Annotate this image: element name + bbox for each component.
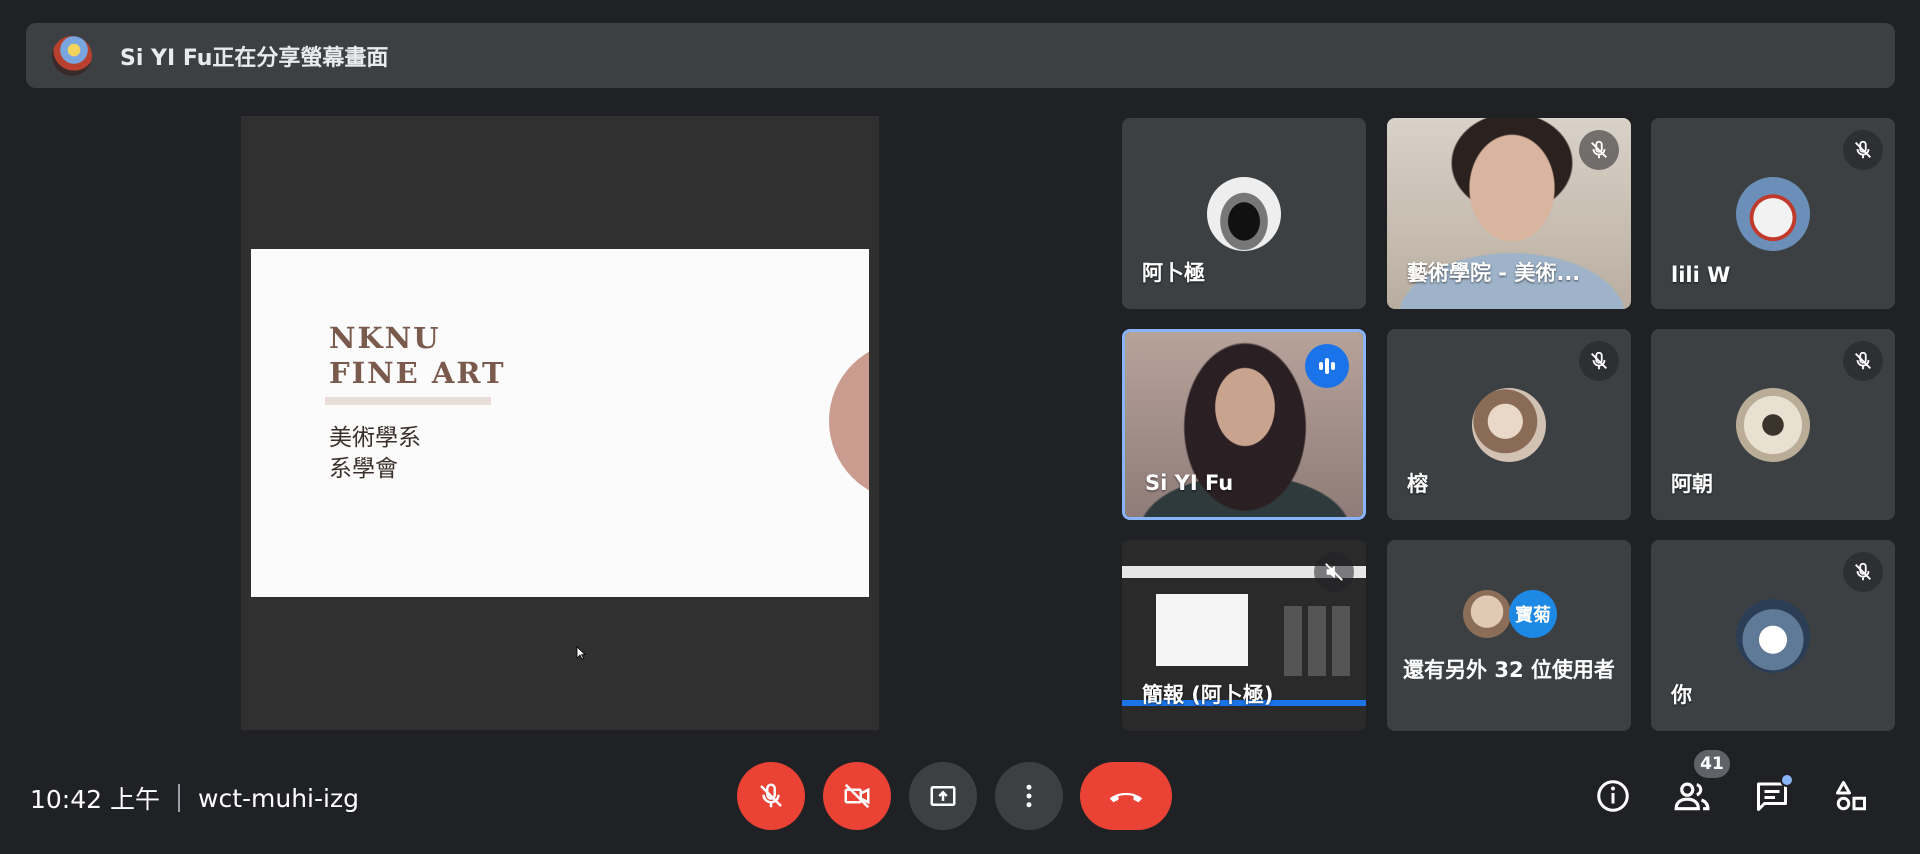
participant-name: 你	[1671, 683, 1692, 707]
participant-avatar	[1736, 599, 1810, 673]
slide-divider	[325, 397, 491, 405]
mic-off-icon	[1855, 140, 1871, 159]
participant-avatar	[1207, 177, 1281, 251]
people-count-badge: 41	[1694, 750, 1730, 778]
hangup-icon	[1109, 792, 1143, 803]
participant-avatar-label: 寶菊	[1509, 590, 1557, 638]
participant-avatar	[1736, 388, 1810, 462]
more-participants-tile[interactable]: 寶菊 還有另外 32 位使用者	[1387, 540, 1631, 731]
participant-tile[interactable]: 阿朝	[1651, 329, 1895, 520]
mic-off-indicator	[1579, 130, 1619, 170]
speaking-indicator	[1305, 344, 1349, 388]
meeting-code: wct-muhi-izg	[198, 783, 359, 813]
presenting-banner-text: Si YI Fu正在分享螢幕畫面	[120, 45, 389, 71]
mic-off-indicator	[1579, 341, 1619, 381]
more-participants-label: 還有另外 32 位使用者	[1403, 658, 1615, 682]
slide-decoration-circle	[829, 341, 869, 501]
camera-toggle-button[interactable]	[823, 762, 891, 830]
presenting-banner: Si YI Fu正在分享螢幕畫面	[26, 23, 1895, 88]
meeting-details-button[interactable]	[1589, 772, 1637, 820]
mic-off-icon	[1855, 351, 1871, 370]
meet-screen: Si YI Fu正在分享螢幕畫面 NKNU FINE ART 美術學系 系學會 …	[0, 0, 1920, 854]
participant-avatar	[1463, 590, 1511, 638]
mic-off-indicator	[1843, 552, 1883, 592]
activities-button[interactable]	[1827, 772, 1875, 820]
participant-name: 阿卜極	[1142, 261, 1205, 285]
audio-level-icon	[1319, 358, 1335, 374]
presentation-slide: NKNU FINE ART 美術學系 系學會	[251, 249, 869, 597]
mic-off-indicator	[1314, 552, 1354, 592]
self-tile[interactable]: 你	[1651, 540, 1895, 731]
participant-name: 阿朝	[1671, 472, 1713, 496]
mouse-cursor-icon	[576, 646, 586, 660]
mic-off-icon	[760, 783, 782, 808]
speaker-off-icon	[1325, 563, 1343, 581]
present-now-button[interactable]	[909, 762, 977, 830]
participant-name: 榕	[1407, 472, 1428, 496]
meeting-info: 10:42 上午 wct-muhi-izg	[30, 780, 359, 816]
activities-icon	[1836, 781, 1866, 811]
more-icon	[1026, 784, 1032, 808]
participant-name: 簡報 (阿卜極)	[1142, 683, 1274, 707]
participant-tile[interactable]: 阿卜極	[1122, 118, 1366, 309]
participant-tile[interactable]: 簡報 (阿卜極)	[1122, 540, 1366, 731]
people-button[interactable]	[1668, 772, 1716, 820]
info-icon	[1597, 780, 1629, 812]
mic-off-icon	[1591, 351, 1607, 370]
camera-off-icon	[844, 783, 870, 809]
participant-avatar	[1472, 388, 1546, 462]
participant-tile[interactable]: lili W	[1651, 118, 1895, 309]
leave-call-button[interactable]	[1080, 762, 1172, 830]
chat-notification-dot	[1780, 773, 1794, 787]
participant-tile[interactable]: 榕	[1387, 329, 1631, 520]
more-options-button[interactable]	[995, 762, 1063, 830]
current-time: 10:42 上午	[30, 785, 160, 814]
mic-off-icon	[1591, 140, 1607, 159]
participant-name: Si YI Fu	[1145, 471, 1234, 495]
presenter-avatar	[52, 35, 92, 76]
participant-tile-active[interactable]: Si YI Fu	[1122, 329, 1366, 520]
people-icon	[1674, 782, 1710, 811]
present-icon	[930, 786, 956, 806]
mic-off-icon	[1855, 562, 1871, 581]
slide-subtitle: 美術學系 系學會	[329, 425, 421, 482]
presentation-view[interactable]: NKNU FINE ART 美術學系 系學會	[241, 116, 879, 730]
slide-title: NKNU FINE ART	[329, 321, 506, 390]
participant-name: lili W	[1671, 263, 1731, 287]
divider	[178, 784, 180, 812]
participant-avatar	[1736, 177, 1810, 251]
mic-off-indicator	[1843, 130, 1883, 170]
participant-name: 藝術學院 - 美術...	[1407, 261, 1581, 285]
mic-off-indicator	[1843, 341, 1883, 381]
participant-tile[interactable]: 藝術學院 - 美術...	[1387, 118, 1631, 309]
microphone-toggle-button[interactable]	[737, 762, 805, 830]
